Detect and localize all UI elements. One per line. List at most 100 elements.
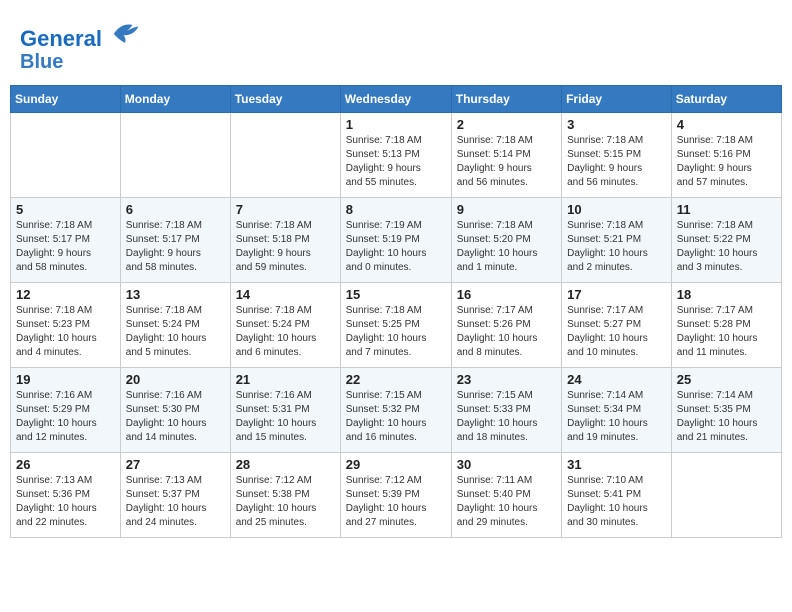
calendar-cell: 29Sunrise: 7:12 AM Sunset: 5:39 PM Dayli…: [340, 453, 451, 538]
day-number: 5: [16, 202, 115, 217]
day-info: Sunrise: 7:16 AM Sunset: 5:31 PM Dayligh…: [236, 389, 335, 445]
day-info: Sunrise: 7:18 AM Sunset: 5:24 PM Dayligh…: [126, 304, 225, 360]
calendar-cell: 5 Sunrise: 7:18 AM Sunset: 5:17 PM Daylig…: [11, 198, 121, 283]
calendar-cell: 26 Sunrise: 7:13 AM Sunset: 5:36 PM Dayli…: [11, 453, 121, 538]
calendar-week-row: 26 Sunrise: 7:13 AM Sunset: 5:36 PM Dayli…: [11, 453, 782, 538]
calendar-cell: 27 Sunrise: 7:13 AM Sunset: 5:37 PM Dayli…: [120, 453, 230, 538]
day-number: 15: [346, 287, 446, 302]
calendar-cell: 16 Sunrise: 7:17 AM Sunset: 5:26 PM Dayli…: [451, 283, 561, 368]
day-number: 22: [346, 372, 446, 387]
day-info: Sunrise: 7:18 AM Sunset: 5:17 PM Dayligh…: [16, 219, 115, 275]
weekday-header: Sunday: [11, 86, 121, 113]
logo-icon: [110, 18, 140, 46]
day-number: 12: [16, 287, 115, 302]
calendar-cell: 19 Sunrise: 7:16 AM Sunset: 5:29 PM Dayli…: [11, 368, 121, 453]
day-number: 23: [457, 372, 556, 387]
calendar-cell: 6 Sunrise: 7:18 AM Sunset: 5:17 PM Daylig…: [120, 198, 230, 283]
day-number: 13: [126, 287, 225, 302]
calendar-cell: 30Sunrise: 7:11 AM Sunset: 5:40 PM Dayli…: [451, 453, 561, 538]
day-number: 1: [346, 117, 446, 132]
calendar-cell: 13 Sunrise: 7:18 AM Sunset: 5:24 PM Dayli…: [120, 283, 230, 368]
day-number: 26: [16, 457, 115, 472]
calendar-cell: 20 Sunrise: 7:16 AM Sunset: 5:30 PM Dayli…: [120, 368, 230, 453]
day-number: 9: [457, 202, 556, 217]
day-info: Sunrise: 7:17 AM Sunset: 5:27 PM Dayligh…: [567, 304, 666, 360]
calendar-cell: 3Sunrise: 7:18 AM Sunset: 5:15 PM Daylig…: [562, 113, 672, 198]
calendar-week-row: 5 Sunrise: 7:18 AM Sunset: 5:17 PM Daylig…: [11, 198, 782, 283]
day-number: 29: [346, 457, 446, 472]
weekday-header: Thursday: [451, 86, 561, 113]
day-info: Sunrise: 7:16 AM Sunset: 5:29 PM Dayligh…: [16, 389, 115, 445]
day-info: Sunrise: 7:14 AM Sunset: 5:34 PM Dayligh…: [567, 389, 666, 445]
logo-text: General: [20, 18, 140, 51]
weekday-header: Friday: [562, 86, 672, 113]
calendar-week-row: 1 Sunrise: 7:18 AM Sunset: 5:13 PM Daylig…: [11, 113, 782, 198]
day-info: Sunrise: 7:18 AM Sunset: 5:22 PM Dayligh…: [677, 219, 776, 275]
calendar-week-row: 19 Sunrise: 7:16 AM Sunset: 5:29 PM Dayli…: [11, 368, 782, 453]
day-number: 30: [457, 457, 556, 472]
day-number: 28: [236, 457, 335, 472]
day-number: 24: [567, 372, 666, 387]
calendar-cell: [671, 453, 781, 538]
calendar-week-row: 12 Sunrise: 7:18 AM Sunset: 5:23 PM Dayli…: [11, 283, 782, 368]
calendar-cell: 10Sunrise: 7:18 AM Sunset: 5:21 PM Dayli…: [562, 198, 672, 283]
day-info: Sunrise: 7:17 AM Sunset: 5:28 PM Dayligh…: [677, 304, 776, 360]
calendar-cell: [11, 113, 121, 198]
calendar-cell: 7 Sunrise: 7:18 AM Sunset: 5:18 PM Daylig…: [230, 198, 340, 283]
day-info: Sunrise: 7:13 AM Sunset: 5:36 PM Dayligh…: [16, 474, 115, 530]
day-number: 2: [457, 117, 556, 132]
day-info: Sunrise: 7:18 AM Sunset: 5:23 PM Dayligh…: [16, 304, 115, 360]
weekday-row: SundayMondayTuesdayWednesdayThursdayFrid…: [11, 86, 782, 113]
day-info: Sunrise: 7:18 AM Sunset: 5:15 PM Dayligh…: [567, 134, 666, 190]
logo: General Blue: [20, 18, 140, 73]
calendar-cell: 22 Sunrise: 7:15 AM Sunset: 5:32 PM Dayli…: [340, 368, 451, 453]
calendar-cell: 12 Sunrise: 7:18 AM Sunset: 5:23 PM Dayli…: [11, 283, 121, 368]
day-info: Sunrise: 7:14 AM Sunset: 5:35 PM Dayligh…: [677, 389, 776, 445]
day-number: 11: [677, 202, 776, 217]
day-number: 21: [236, 372, 335, 387]
calendar-cell: 24 Sunrise: 7:14 AM Sunset: 5:34 PM Dayli…: [562, 368, 672, 453]
day-info: Sunrise: 7:17 AM Sunset: 5:26 PM Dayligh…: [457, 304, 556, 360]
day-number: 4: [677, 117, 776, 132]
day-info: Sunrise: 7:18 AM Sunset: 5:14 PM Dayligh…: [457, 134, 556, 190]
calendar-cell: 14 Sunrise: 7:18 AM Sunset: 5:24 PM Dayli…: [230, 283, 340, 368]
day-number: 20: [126, 372, 225, 387]
calendar-cell: 15 Sunrise: 7:18 AM Sunset: 5:25 PM Dayli…: [340, 283, 451, 368]
calendar-header: SundayMondayTuesdayWednesdayThursdayFrid…: [11, 86, 782, 113]
day-info: Sunrise: 7:18 AM Sunset: 5:24 PM Dayligh…: [236, 304, 335, 360]
day-info: Sunrise: 7:18 AM Sunset: 5:20 PM Dayligh…: [457, 219, 556, 275]
day-number: 17: [567, 287, 666, 302]
day-info: Sunrise: 7:18 AM Sunset: 5:18 PM Dayligh…: [236, 219, 335, 275]
day-info: Sunrise: 7:13 AM Sunset: 5:37 PM Dayligh…: [126, 474, 225, 530]
weekday-header: Saturday: [671, 86, 781, 113]
day-number: 27: [126, 457, 225, 472]
calendar-cell: 2 Sunrise: 7:18 AM Sunset: 5:14 PM Daylig…: [451, 113, 561, 198]
weekday-header: Tuesday: [230, 86, 340, 113]
weekday-header: Monday: [120, 86, 230, 113]
day-info: Sunrise: 7:18 AM Sunset: 5:13 PM Dayligh…: [346, 134, 446, 190]
page-header: General Blue: [10, 10, 782, 85]
day-info: Sunrise: 7:18 AM Sunset: 5:17 PM Dayligh…: [126, 219, 225, 275]
calendar-body: 1 Sunrise: 7:18 AM Sunset: 5:13 PM Daylig…: [11, 113, 782, 538]
calendar-cell: 11 Sunrise: 7:18 AM Sunset: 5:22 PM Dayli…: [671, 198, 781, 283]
calendar-cell: 1 Sunrise: 7:18 AM Sunset: 5:13 PM Daylig…: [340, 113, 451, 198]
calendar-cell: 18 Sunrise: 7:17 AM Sunset: 5:28 PM Dayli…: [671, 283, 781, 368]
day-number: 16: [457, 287, 556, 302]
day-number: 18: [677, 287, 776, 302]
day-info: Sunrise: 7:16 AM Sunset: 5:30 PM Dayligh…: [126, 389, 225, 445]
day-info: Sunrise: 7:10 AM Sunset: 5:41 PM Dayligh…: [567, 474, 666, 530]
calendar-table: SundayMondayTuesdayWednesdayThursdayFrid…: [10, 85, 782, 538]
day-number: 8: [346, 202, 446, 217]
day-info: Sunrise: 7:15 AM Sunset: 5:33 PM Dayligh…: [457, 389, 556, 445]
calendar-cell: 31Sunrise: 7:10 AM Sunset: 5:41 PM Dayli…: [562, 453, 672, 538]
calendar-cell: 23 Sunrise: 7:15 AM Sunset: 5:33 PM Dayli…: [451, 368, 561, 453]
day-number: 7: [236, 202, 335, 217]
day-info: Sunrise: 7:15 AM Sunset: 5:32 PM Dayligh…: [346, 389, 446, 445]
day-info: Sunrise: 7:19 AM Sunset: 5:19 PM Dayligh…: [346, 219, 446, 275]
day-number: 6: [126, 202, 225, 217]
calendar-cell: [230, 113, 340, 198]
day-number: 19: [16, 372, 115, 387]
day-info: Sunrise: 7:18 AM Sunset: 5:25 PM Dayligh…: [346, 304, 446, 360]
day-number: 25: [677, 372, 776, 387]
day-number: 14: [236, 287, 335, 302]
